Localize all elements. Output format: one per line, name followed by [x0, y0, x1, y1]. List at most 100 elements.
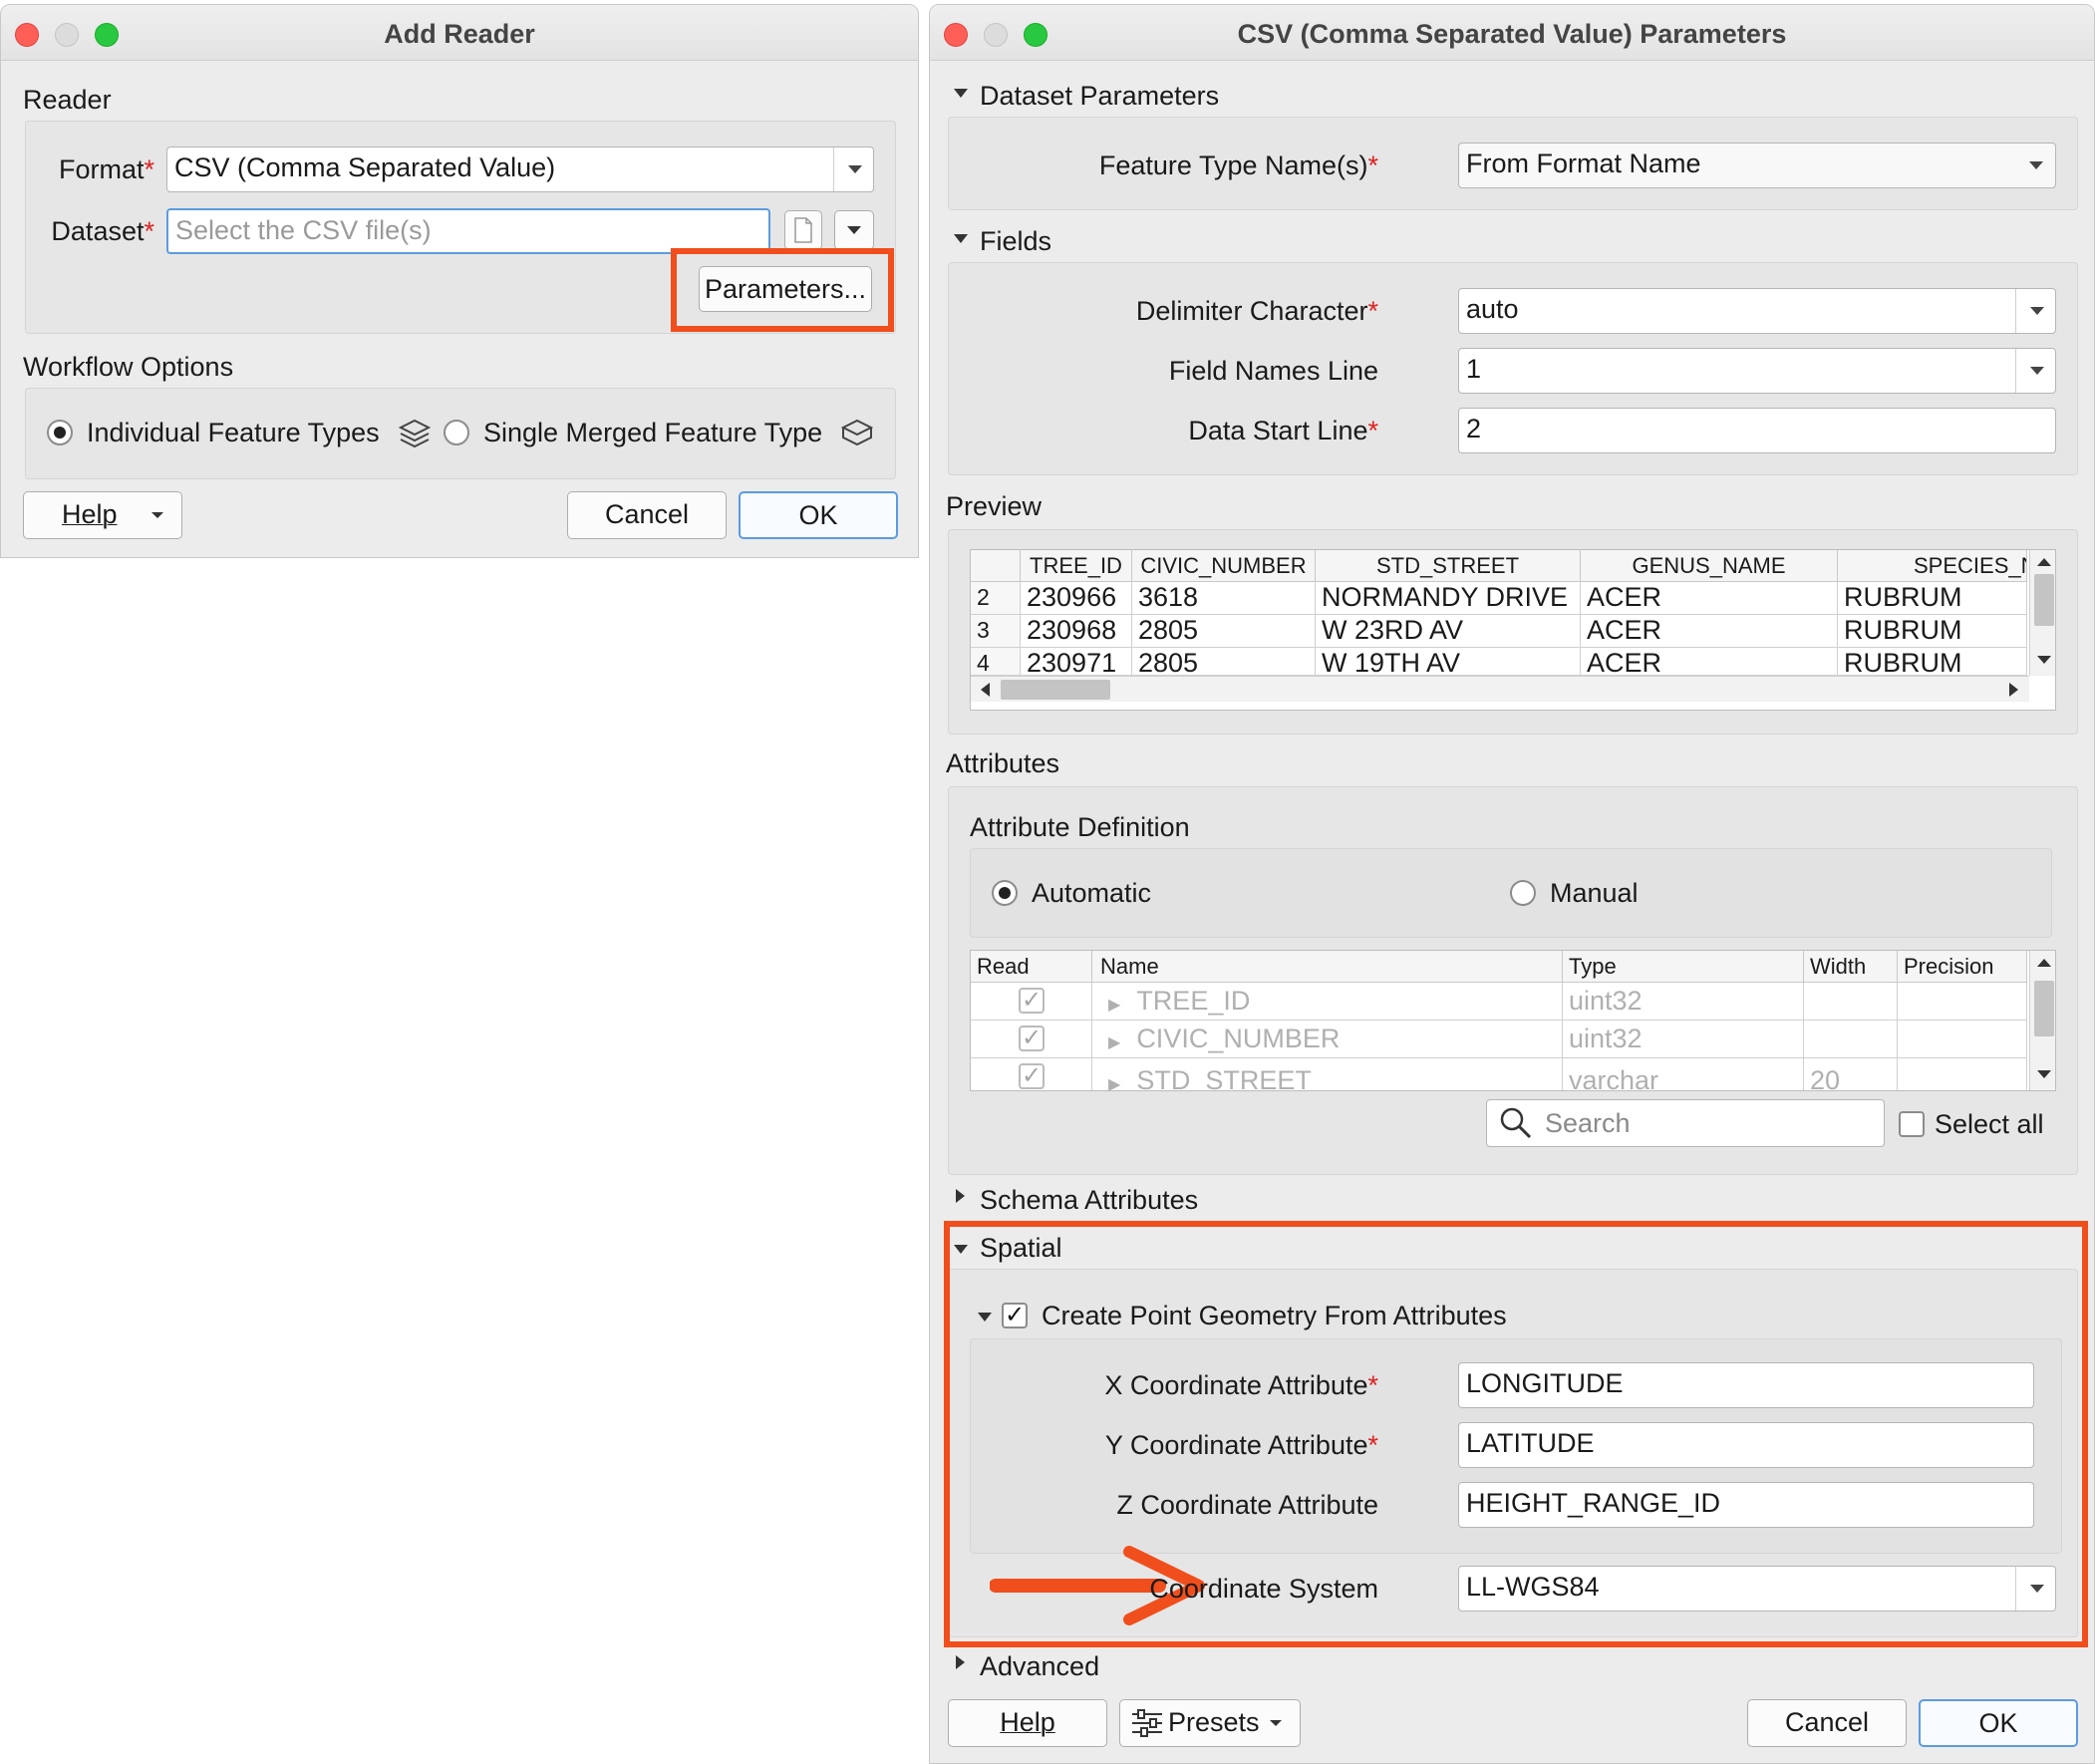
scroll-left-icon[interactable] [981, 683, 990, 697]
format-select[interactable]: CSV (Comma Separated Value) [166, 147, 874, 192]
scroll-down-icon[interactable] [2037, 1070, 2051, 1078]
chevron-down-icon [1270, 1720, 1282, 1726]
automatic-radio[interactable] [992, 880, 1018, 906]
browse-file-button[interactable] [784, 210, 822, 250]
preview-cell: NORMANDY DRIVE [1316, 582, 1581, 615]
attribute-width-cell [1804, 1021, 1898, 1058]
parameters-highlight-box [671, 248, 894, 332]
attribute-width-cell [1804, 983, 1898, 1021]
attribute-name-cell: ▶ STD_STREET [1092, 1058, 1563, 1090]
preview-column-header[interactable]: SPECIES_N [1838, 550, 2027, 582]
field-names-line-label: Field Names Line [1168, 356, 1378, 386]
preview-section-label: Preview [946, 491, 1043, 521]
presets-button[interactable]: Presets [1119, 1699, 1301, 1747]
select-all-checkbox[interactable] [1899, 1111, 1925, 1137]
spatial-highlight-box [944, 1221, 2088, 1647]
attribute-column-header[interactable]: Name [1092, 951, 1563, 983]
workflow-section-label: Workflow Options [23, 352, 234, 382]
chevron-down-icon [833, 147, 873, 191]
attribute-name-cell: ▶ TREE_ID [1092, 983, 1563, 1021]
attribute-type-cell: varchar [1563, 1058, 1804, 1090]
preview-cell: 2805 [1132, 615, 1316, 648]
read-checkbox[interactable]: ✓ [1019, 988, 1045, 1014]
fields-section[interactable]: Fields [980, 226, 1051, 257]
preview-column-header[interactable]: GENUS_NAME [1581, 550, 1838, 582]
manual-radio[interactable] [1510, 880, 1536, 906]
preview-cell: ACER [1581, 648, 1838, 676]
attribute-type-cell: uint32 [1563, 1021, 1804, 1058]
expand-schema-attributes-icon[interactable] [956, 1189, 965, 1203]
dataset-options-dropdown[interactable] [834, 210, 874, 250]
preview-horizontal-scrollbar[interactable] [971, 676, 2029, 702]
data-start-line-label: Data Start Line* [1188, 416, 1378, 445]
window-title: Add Reader [384, 19, 535, 49]
attribute-precision-cell [1898, 1058, 2027, 1090]
preview-cell: W 19TH AV [1316, 648, 1581, 676]
search-icon [1500, 1107, 1532, 1139]
cancel-button[interactable]: Cancel [1747, 1699, 1907, 1747]
preview-cell: ACER [1581, 582, 1838, 615]
attributes-section-label: Attributes [946, 748, 1060, 778]
data-start-line-input[interactable]: 2 [1458, 408, 2056, 453]
field-names-line-select[interactable]: 1 [1458, 348, 2056, 394]
search-input[interactable]: Search [1486, 1099, 1885, 1147]
preview-cell: RUBRUM [1838, 582, 2027, 615]
preview-vertical-scrollbar[interactable] [2029, 550, 2055, 676]
attribute-vertical-scrollbar[interactable] [2029, 951, 2055, 1090]
individual-feature-types-radio[interactable] [47, 420, 73, 445]
schema-attributes-section[interactable]: Schema Attributes [980, 1185, 1198, 1216]
dataset-label: Dataset* [51, 216, 154, 246]
single-merged-feature-type-radio[interactable] [444, 420, 469, 445]
reader-section-label: Reader [23, 85, 112, 115]
attribute-column-header[interactable]: Width [1804, 951, 1898, 983]
expand-dataset-parameters-icon[interactable] [954, 89, 968, 98]
expand-row-icon[interactable]: ▶ [1108, 997, 1120, 1014]
preview-cell: RUBRUM [1838, 648, 2027, 676]
attribute-column-header[interactable]: Type [1563, 951, 1804, 983]
chevron-down-icon [2015, 349, 2055, 393]
preview-column-header[interactable]: CIVIC_NUMBER [1132, 550, 1316, 582]
scrollbar-thumb[interactable] [1001, 680, 1110, 700]
attribute-precision-cell [1898, 983, 2027, 1021]
add-reader-window: Add Reader Reader Format* CSV (Comma Sep… [0, 4, 919, 558]
single-merged-feature-type-label: Single Merged Feature Type [483, 418, 823, 447]
expand-row-icon[interactable]: ▶ [1108, 1034, 1120, 1051]
chevron-down-icon [151, 512, 163, 518]
attribute-table[interactable]: Read Name Type Width Precision ✓ ▶ TREE_I… [970, 950, 2056, 1091]
feature-type-select[interactable]: From Format Name [1458, 143, 2056, 188]
attribute-column-header[interactable]: Precision [1898, 951, 2027, 983]
preview-table[interactable]: TREE_ID CIVIC_NUMBER STD_STREET GENUS_NA… [970, 549, 2056, 711]
row-number: 3 [971, 615, 1021, 648]
preview-cell: 2805 [1132, 648, 1316, 676]
expand-fields-icon[interactable] [954, 234, 968, 243]
scrollbar-thumb[interactable] [2034, 574, 2054, 626]
window-title: CSV (Comma Separated Value) Parameters [1237, 19, 1787, 49]
help-button[interactable]: Help [948, 1699, 1107, 1747]
cancel-button[interactable]: Cancel [567, 491, 727, 539]
preview-cell: 230971 [1021, 648, 1132, 676]
scrollbar-thumb[interactable] [2034, 981, 2054, 1036]
preview-column-header[interactable]: STD_STREET [1316, 550, 1581, 582]
advanced-section[interactable]: Advanced [980, 1651, 1099, 1682]
ok-button[interactable]: OK [1919, 1699, 2078, 1747]
delimiter-select[interactable]: auto [1458, 288, 2056, 334]
expand-row-icon[interactable]: ▶ [1108, 1076, 1120, 1090]
read-checkbox[interactable]: ✓ [1019, 1026, 1045, 1051]
scroll-up-icon[interactable] [2037, 959, 2051, 967]
scroll-down-icon[interactable] [2037, 656, 2051, 664]
dataset-parameters-section[interactable]: Dataset Parameters [980, 81, 1219, 112]
scroll-right-icon[interactable] [2009, 683, 2018, 697]
scroll-up-icon[interactable] [2037, 558, 2051, 566]
attribute-column-header[interactable]: Read [971, 951, 1092, 983]
ok-button[interactable]: OK [739, 491, 898, 539]
preview-column-header[interactable]: TREE_ID [1021, 550, 1132, 582]
help-button[interactable]: Help [23, 491, 182, 539]
attribute-definition-label: Attribute Definition [970, 812, 1190, 842]
expand-advanced-icon[interactable] [956, 1655, 965, 1669]
preview-cell: 3618 [1132, 582, 1316, 615]
read-checkbox[interactable]: ✓ [1019, 1063, 1045, 1089]
feature-type-label: Feature Type Name(s)* [1098, 150, 1378, 180]
preview-cell: W 23RD AV [1316, 615, 1581, 648]
layers-icon [398, 419, 432, 448]
layers-single-icon [840, 419, 874, 446]
